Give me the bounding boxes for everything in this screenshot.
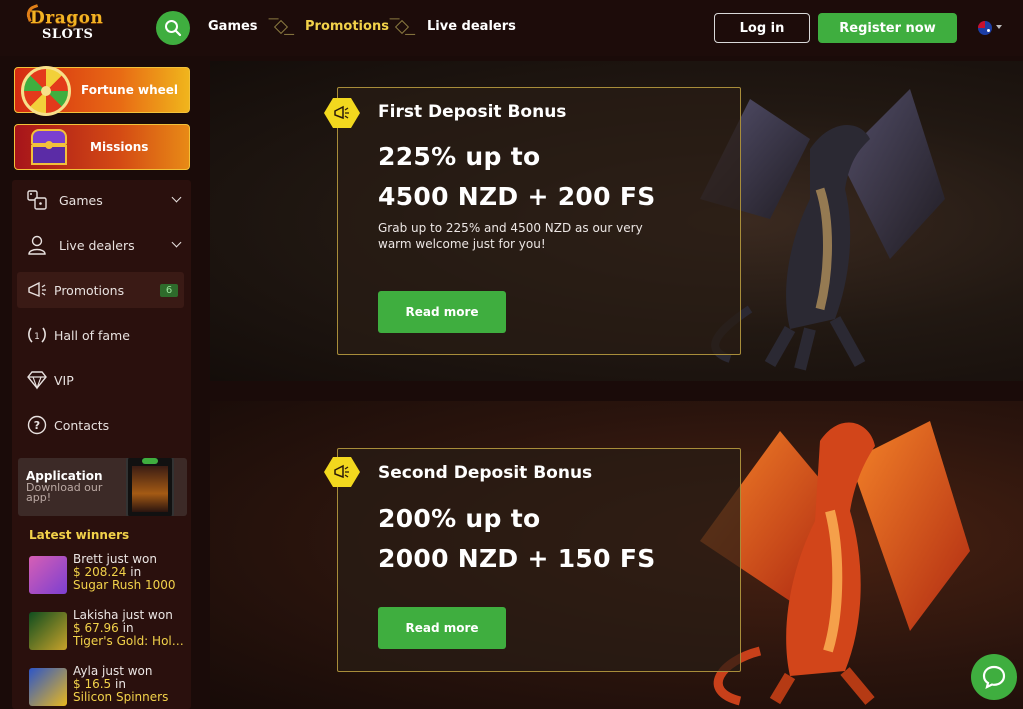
- nav-divider-icon: [394, 19, 410, 35]
- second-deposit-banner: Second Deposit Bonus 200% up to 2000 NZD…: [210, 401, 1023, 709]
- search-icon: [165, 20, 182, 37]
- missions-card[interactable]: Missions: [14, 124, 190, 170]
- sidebar-item-label: Hall of fame: [54, 327, 130, 343]
- winner-game-link[interactable]: Tiger's Gold: Hold and Win: [73, 634, 189, 648]
- sidebar-item-contacts[interactable]: ? Contacts: [17, 407, 184, 443]
- login-button[interactable]: Log in: [714, 13, 810, 43]
- winner-item[interactable]: Ayla just won $ 16.5 in Silicon Spinners: [29, 664, 189, 708]
- search-button[interactable]: [156, 11, 190, 45]
- svg-text:?: ?: [34, 419, 40, 432]
- fortune-wheel-icon: [21, 66, 71, 116]
- chevron-down-icon[interactable]: [171, 237, 182, 248]
- sidebar-item-label: Live dealers: [59, 237, 135, 253]
- sidebar-item-label: Games: [59, 192, 103, 208]
- winner-game-link[interactable]: Sugar Rush 1000: [73, 578, 189, 592]
- megaphone-badge-icon: [324, 98, 360, 128]
- bonus-card: Second Deposit Bonus 200% up to 2000 NZD…: [324, 448, 741, 672]
- winner-name: Ayla just won: [73, 664, 153, 678]
- megaphone-badge-icon: [324, 457, 360, 487]
- phone-image: [126, 458, 174, 516]
- sidebar-item-vip[interactable]: VIP: [17, 362, 184, 398]
- live-dealer-icon: [25, 233, 49, 257]
- games-icon: [25, 188, 49, 212]
- app-subtitle: Download our app!: [26, 481, 103, 504]
- winner-game-link[interactable]: Silicon Spinners: [73, 690, 189, 704]
- latest-winners-title: Latest winners: [29, 528, 130, 542]
- svg-text:1: 1: [34, 332, 40, 342]
- fortune-wheel-card[interactable]: Fortune wheel: [14, 66, 190, 116]
- app-download-card[interactable]: Application Download our app!: [18, 458, 187, 516]
- bonus-percent: 225% up to: [378, 142, 541, 171]
- diamond-icon: [25, 368, 49, 392]
- question-icon: ?: [25, 413, 49, 437]
- bonus-description: Grab up to 225% and 4500 NZD as our very…: [378, 221, 643, 251]
- megaphone-icon: [25, 278, 49, 302]
- promotions-count-badge: 6: [160, 284, 178, 297]
- winner-item[interactable]: Brett just won $ 208.24 in Sugar Rush 10…: [29, 552, 189, 596]
- chevron-down-icon[interactable]: [171, 192, 182, 203]
- winner-name: Lakisha just won: [73, 608, 173, 622]
- winner-amount: $ 67.96 in: [73, 621, 134, 635]
- top-header: Dragon SLOTS Games Promotions Live deale…: [0, 0, 1023, 56]
- live-chat-button[interactable]: [971, 654, 1017, 700]
- nav-live-dealers[interactable]: Live dealers: [427, 19, 516, 34]
- logo-line2: SLOTS: [42, 27, 94, 42]
- sidebar-item-games[interactable]: Games: [17, 182, 184, 218]
- sidebar-item-label: Promotions: [54, 282, 125, 298]
- nav-games[interactable]: Games: [208, 19, 258, 34]
- winner-amount: $ 208.24 in: [73, 565, 142, 579]
- chevron-down-icon[interactable]: [996, 25, 1002, 29]
- nav-divider-icon: [273, 19, 289, 35]
- read-more-button[interactable]: Read more: [378, 291, 506, 333]
- game-thumbnail[interactable]: [29, 612, 67, 650]
- winner-amount: $ 16.5 in: [73, 677, 126, 691]
- logo-line1: Dragon: [30, 8, 104, 28]
- sidebar-item-live-dealers[interactable]: Live dealers: [17, 227, 184, 263]
- dragon-slots-logo[interactable]: Dragon SLOTS: [24, 4, 114, 46]
- bonus-amount: 4500 NZD + 200 FS: [378, 182, 656, 211]
- winner-name: Brett just won: [73, 552, 157, 566]
- fortune-wheel-label: Fortune wheel: [81, 83, 179, 97]
- bonus-percent: 200% up to: [378, 504, 541, 533]
- sidebar-item-promotions[interactable]: Promotions 6: [17, 272, 184, 308]
- winner-item[interactable]: Lakisha just won $ 67.96 in Tiger's Gold…: [29, 608, 189, 652]
- game-thumbnail[interactable]: [29, 556, 67, 594]
- sidebar-item-label: Contacts: [54, 417, 110, 433]
- nav-promotions[interactable]: Promotions: [305, 19, 389, 34]
- first-deposit-banner: First Deposit Bonus 225% up to 4500 NZD …: [210, 61, 1023, 381]
- bonus-amount: 2000 NZD + 150 FS: [378, 544, 656, 573]
- sidebar-item-label: VIP: [54, 372, 74, 388]
- sidebar-item-hall-of-fame[interactable]: 1 Hall of fame: [17, 317, 184, 353]
- read-more-button[interactable]: Read more: [378, 607, 506, 649]
- game-thumbnail[interactable]: [29, 668, 67, 706]
- laurel-icon: 1: [25, 323, 49, 347]
- bonus-card: First Deposit Bonus 225% up to 4500 NZD …: [324, 87, 741, 355]
- chat-bubble-icon: [982, 665, 1006, 690]
- bonus-title: First Deposit Bonus: [378, 102, 567, 122]
- register-button[interactable]: Register now: [818, 13, 957, 43]
- missions-label: Missions: [90, 140, 149, 154]
- new-zealand-flag-icon[interactable]: [978, 21, 992, 35]
- treasure-chest-icon: [29, 127, 73, 167]
- bonus-title: Second Deposit Bonus: [378, 463, 593, 483]
- sidebar: Fortune wheel Missions Games Live dealer…: [12, 64, 191, 709]
